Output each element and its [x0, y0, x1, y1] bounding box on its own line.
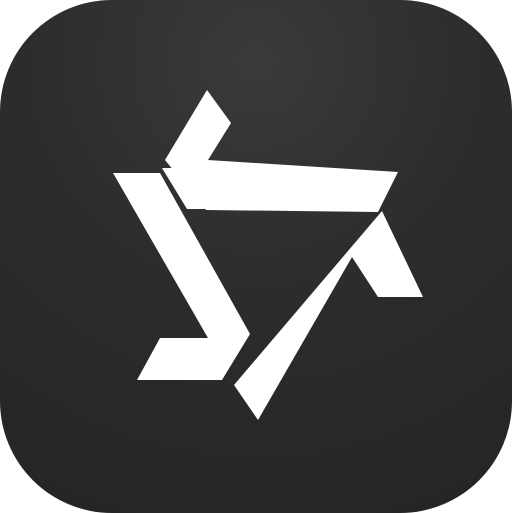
hexagram-logo-icon [113, 90, 423, 420]
logo-segment-top [165, 90, 398, 212]
app-icon[interactable] [0, 0, 512, 513]
logo-segment-right [234, 211, 423, 420]
